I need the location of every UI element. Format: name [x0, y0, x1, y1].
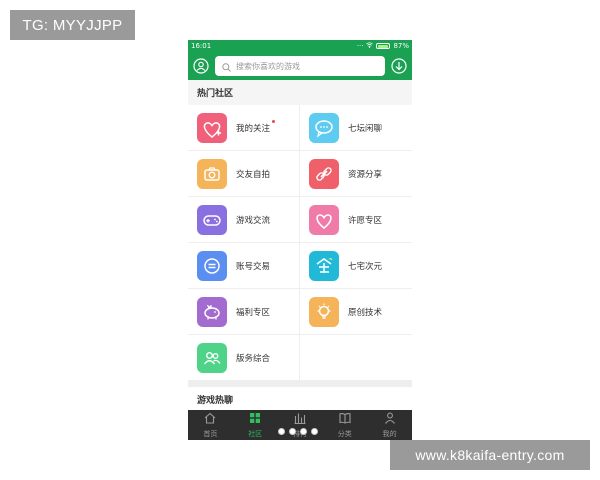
battery-icon	[376, 43, 391, 49]
tab-label: 我的	[382, 430, 397, 438]
community-item[interactable]: 七坛闲聊	[300, 105, 412, 151]
community-item-label: 许愿专区	[348, 215, 383, 226]
community-item-label: 版务综合	[236, 353, 271, 364]
community-item-label: 我的关注	[236, 119, 276, 134]
bar-chart-icon	[293, 411, 307, 427]
tab-grid[interactable]: 社区	[233, 410, 278, 440]
tab-book[interactable]: 分类	[322, 410, 367, 440]
community-grid: 我的关注 七坛闲聊交友自拍 资源分享游戏交流 许愿专区账号交易 七宅次元福利专区 原创技术…	[188, 105, 412, 381]
url-watermark-label: www.k8kaifa-entry.com	[390, 440, 590, 470]
section-title-hot-community: 热门社区	[188, 80, 412, 105]
lightbulb-icon	[309, 296, 339, 327]
search-icon	[222, 57, 231, 76]
community-item[interactable]: 账号交易	[188, 243, 300, 289]
empty-grid-cell	[300, 335, 412, 381]
community-item-label: 原创技术	[348, 307, 383, 318]
community-item[interactable]: 福利专区	[188, 289, 300, 335]
community-item[interactable]: 资源分享	[300, 151, 412, 197]
section-title-game-chat: 游戏热聊	[188, 387, 412, 412]
status-bar: 16:01 ··· 87%	[188, 40, 412, 52]
chat-bubble-icon	[309, 112, 339, 143]
battery-percent: 87%	[393, 42, 409, 50]
community-item-label: 交友自拍	[236, 169, 271, 180]
grid-icon	[248, 411, 262, 427]
community-item[interactable]: 版务综合	[188, 335, 300, 381]
app-header	[188, 52, 412, 80]
house-char-icon	[309, 250, 339, 281]
community-item[interactable]: 七宅次元	[300, 243, 412, 289]
users-icon	[197, 342, 227, 373]
link-icon	[309, 158, 339, 189]
piggy-bank-icon	[197, 296, 227, 327]
bottom-tab-bar: 首页 社区 排行分类 我的	[188, 410, 412, 440]
tab-label: 首页	[203, 430, 218, 438]
community-item-label: 游戏交流	[236, 215, 271, 226]
new-indicator-dot	[272, 119, 276, 123]
community-item[interactable]: 我的关注	[188, 105, 300, 151]
community-item-label: 账号交易	[236, 261, 271, 272]
tab-bar-chart[interactable]: 排行	[278, 410, 323, 440]
page-dot	[311, 428, 318, 435]
book-icon	[338, 411, 352, 427]
community-item-label: 七坛闲聊	[348, 123, 383, 134]
tab-label: 分类	[337, 430, 352, 438]
community-item[interactable]: 游戏交流	[188, 197, 300, 243]
status-time: 16:01	[191, 42, 212, 50]
download-icon[interactable]	[391, 58, 407, 74]
search-input[interactable]	[236, 61, 378, 71]
community-item[interactable]: 原创技术	[300, 289, 412, 335]
user-avatar-icon[interactable]	[193, 58, 209, 74]
wifi-icon	[366, 42, 374, 50]
home-icon	[203, 411, 217, 427]
tg-watermark-label: TG: MYYJJPP	[10, 10, 135, 40]
page-dot	[289, 428, 296, 435]
heart-icon	[309, 204, 339, 235]
status-indicators: ··· 87%	[357, 42, 409, 50]
phone-screen: 16:01 ··· 87% 热门社区 我的关注 七坛闲聊交友自拍 资源分享游戏交流 许…	[188, 40, 412, 440]
community-item[interactable]: 交友自拍	[188, 151, 300, 197]
tab-label: 社区	[248, 430, 263, 438]
community-item-label: 福利专区	[236, 307, 271, 318]
heart-plus-icon	[197, 112, 227, 143]
search-bar[interactable]	[215, 56, 385, 76]
tab-home[interactable]: 首页	[188, 410, 233, 440]
page-dot	[300, 428, 307, 435]
person-icon	[383, 411, 397, 427]
page-dot	[278, 428, 285, 435]
coin-icon	[197, 250, 227, 281]
community-item-label: 资源分享	[348, 169, 383, 180]
community-item-label: 七宅次元	[348, 261, 383, 272]
page-indicator	[278, 428, 318, 435]
camera-icon	[197, 158, 227, 189]
signal-icon: ···	[356, 42, 364, 50]
gamepad-icon	[197, 204, 227, 235]
community-item[interactable]: 许愿专区	[300, 197, 412, 243]
tab-person[interactable]: 我的	[367, 410, 412, 440]
